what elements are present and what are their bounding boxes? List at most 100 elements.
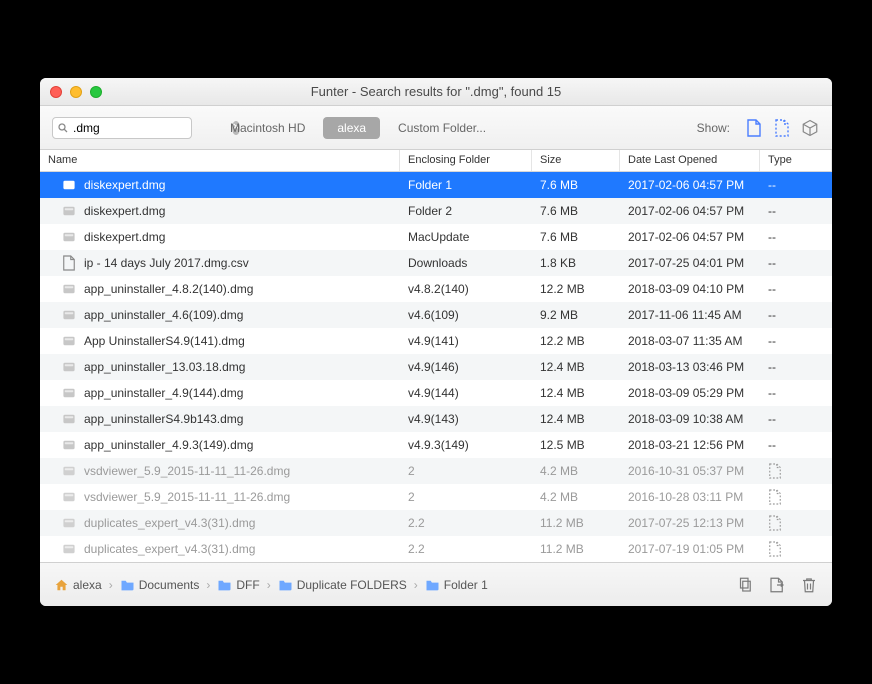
row-date: 2018-03-07 11:35 AM	[620, 334, 760, 348]
col-header-size[interactable]: Size	[532, 150, 620, 171]
show-packages-icon[interactable]	[800, 118, 820, 138]
file-icon	[62, 177, 76, 193]
row-date: 2016-10-31 05:37 PM	[620, 464, 760, 478]
row-size: 9.2 MB	[532, 308, 620, 322]
row-filename: app_uninstaller_4.6(109).dmg	[84, 308, 243, 322]
row-size: 4.2 MB	[532, 490, 620, 504]
scope-custom-folder[interactable]: Custom Folder...	[384, 117, 500, 139]
row-type: --	[768, 386, 776, 400]
col-header-date[interactable]: Date Last Opened	[620, 150, 760, 171]
breadcrumb-item[interactable]: Folder 1	[425, 578, 488, 592]
show-visible-files-icon[interactable]	[744, 118, 764, 138]
row-date: 2018-03-09 10:38 AM	[620, 412, 760, 426]
show-label: Show:	[697, 121, 730, 135]
show-hidden-files-icon[interactable]	[772, 118, 792, 138]
file-icon	[62, 463, 76, 479]
row-date: 2017-07-25 04:01 PM	[620, 256, 760, 270]
table-row[interactable]: diskexpert.dmgFolder 17.6 MB2017-02-06 0…	[40, 172, 832, 198]
folder-icon	[278, 579, 293, 591]
bottom-tools	[736, 576, 818, 594]
minimize-window-button[interactable]	[70, 86, 82, 98]
row-type: --	[768, 308, 776, 322]
trash-icon[interactable]	[800, 576, 818, 594]
reveal-in-finder-icon[interactable]	[768, 576, 786, 594]
window-title: Funter - Search results for ".dmg", foun…	[40, 84, 832, 99]
row-size: 11.2 MB	[532, 542, 620, 556]
row-filename: diskexpert.dmg	[84, 230, 165, 244]
row-size: 4.2 MB	[532, 464, 620, 478]
zoom-window-button[interactable]	[90, 86, 102, 98]
row-folder: 2.2	[400, 542, 532, 556]
table-row[interactable]: duplicates_expert_v4.3(31).dmg 2.211.2 MB…	[40, 536, 832, 562]
row-size: 12.4 MB	[532, 386, 620, 400]
row-date: 2018-03-21 12:56 PM	[620, 438, 760, 452]
row-date: 2018-03-13 03:46 PM	[620, 360, 760, 374]
table-row[interactable]: vsdviewer_5.9_2015-11-11_11-26.dmg24.2 M…	[40, 484, 832, 510]
column-headers: Name Enclosing Folder Size Date Last Ope…	[40, 150, 832, 172]
breadcrumb-label: DFF	[236, 578, 259, 592]
app-window: Funter - Search results for ".dmg", foun…	[40, 78, 832, 606]
search-input[interactable]	[73, 121, 228, 135]
breadcrumb-item[interactable]: alexa	[54, 578, 102, 592]
copy-path-icon[interactable]	[736, 576, 754, 594]
table-row[interactable]: App UninstallerS4.9(141).dmgv4.9(141)12.…	[40, 328, 832, 354]
row-filename: app_uninstaller_4.9.3(149).dmg	[84, 438, 253, 452]
table-row[interactable]: ip - 14 days July 2017.dmg.csvDownloads1…	[40, 250, 832, 276]
table-row[interactable]: app_uninstaller_4.8.2(140).dmg v4.8.2(140…	[40, 276, 832, 302]
breadcrumb-item[interactable]: Duplicate FOLDERS	[278, 578, 407, 592]
row-date: 2017-02-06 04:57 PM	[620, 204, 760, 218]
row-filename: app_uninstaller_4.8.2(140).dmg	[84, 282, 253, 296]
breadcrumb-label: Duplicate FOLDERS	[297, 578, 407, 592]
row-folder: Downloads	[400, 256, 532, 270]
table-row[interactable]: app_uninstaller_13.03.18.dmgv4.9(146)12.…	[40, 354, 832, 380]
row-filename: app_uninstallerS4.9b143.dmg	[84, 412, 243, 426]
col-header-type[interactable]: Type	[760, 150, 832, 171]
row-folder: v4.8.2(140)	[400, 282, 532, 296]
scope-macintosh-hd[interactable]: Macintosh HD	[216, 117, 319, 139]
hidden-file-icon	[768, 489, 782, 505]
col-header-folder[interactable]: Enclosing Folder	[400, 150, 532, 171]
table-row[interactable]: app_uninstallerS4.9b143.dmg v4.9(143)12.4…	[40, 406, 832, 432]
table-row[interactable]: app_uninstaller_4.6(109).dmg v4.6(109)9.2…	[40, 302, 832, 328]
row-date: 2017-07-25 12:13 PM	[620, 516, 760, 530]
row-date: 2017-02-06 04:57 PM	[620, 178, 760, 192]
row-date: 2017-11-06 11:45 AM	[620, 308, 760, 322]
table-row[interactable]: duplicates_expert_v4.3(31).dmg2.211.2 MB…	[40, 510, 832, 536]
row-filename: duplicates_expert_v4.3(31).dmg	[84, 542, 255, 556]
file-icon	[62, 541, 76, 557]
results-table: diskexpert.dmgFolder 17.6 MB2017-02-06 0…	[40, 172, 832, 562]
search-field[interactable]: ✕	[52, 117, 192, 139]
row-size: 12.5 MB	[532, 438, 620, 452]
hidden-file-icon	[768, 515, 782, 531]
row-size: 12.2 MB	[532, 334, 620, 348]
row-folder: 2	[400, 490, 532, 504]
folder-icon	[217, 579, 232, 591]
row-size: 12.4 MB	[532, 412, 620, 426]
row-folder: v4.6(109)	[400, 308, 532, 322]
row-type: --	[768, 178, 776, 192]
table-row[interactable]: app_uninstaller_4.9.3(149).dmgv4.9.3(149…	[40, 432, 832, 458]
col-header-name[interactable]: Name	[40, 150, 400, 171]
row-date: 2017-07-19 01:05 PM	[620, 542, 760, 556]
file-icon	[62, 411, 76, 427]
table-row[interactable]: app_uninstaller_4.9(144).dmgv4.9(144)12.…	[40, 380, 832, 406]
row-type: --	[768, 282, 776, 296]
breadcrumb-item[interactable]: DFF	[217, 578, 259, 592]
close-window-button[interactable]	[50, 86, 62, 98]
table-row[interactable]: diskexpert.dmgMacUpdate7.6 MB2017-02-06 …	[40, 224, 832, 250]
row-size: 12.2 MB	[532, 282, 620, 296]
row-type: --	[768, 438, 776, 452]
row-folder: 2	[400, 464, 532, 478]
row-filename: app_uninstaller_13.03.18.dmg	[84, 360, 245, 374]
home-icon	[54, 578, 69, 592]
bottom-bar: alexa›Documents›DFF›Duplicate FOLDERS›Fo…	[40, 562, 832, 606]
row-folder: v4.9(144)	[400, 386, 532, 400]
row-folder: v4.9(143)	[400, 412, 532, 426]
table-row[interactable]: vsdviewer_5.9_2015-11-11_11-26.dmg 24.2 M…	[40, 458, 832, 484]
table-row[interactable]: diskexpert.dmgFolder 27.6 MB2017-02-06 0…	[40, 198, 832, 224]
breadcrumb-label: Documents	[139, 578, 200, 592]
breadcrumb-item[interactable]: Documents	[120, 578, 200, 592]
row-filename: vsdviewer_5.9_2015-11-11_11-26.dmg	[84, 464, 290, 478]
scope-user[interactable]: alexa	[323, 117, 380, 139]
row-filename: ip - 14 days July 2017.dmg.csv	[84, 256, 249, 270]
